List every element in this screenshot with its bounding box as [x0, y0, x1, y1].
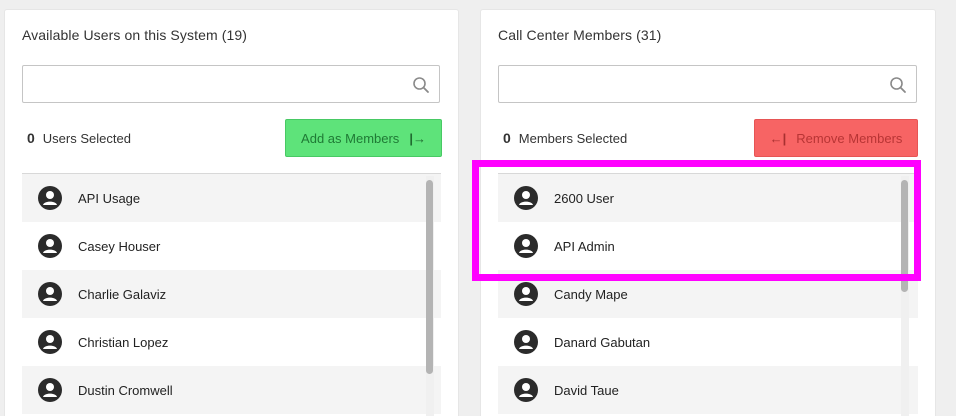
members-scrollbar[interactable]: [901, 176, 909, 416]
list-item[interactable]: Christian Lopez: [22, 318, 441, 366]
arrow-to-left-icon: ←|: [769, 130, 787, 146]
call-center-members-editor: Available Users on this System (19) 0 Us…: [0, 0, 956, 416]
user-name: API Usage: [78, 190, 141, 206]
user-name: Christian Lopez: [78, 334, 169, 350]
list-item[interactable]: Casey Houser: [22, 222, 441, 270]
available-users-search[interactable]: [22, 65, 440, 103]
user-name: Dustin Cromwell: [78, 382, 173, 398]
scrollbar-thumb[interactable]: [426, 180, 433, 374]
user-avatar-icon: [38, 378, 62, 402]
users-selected-summary: 0 Users Selected: [27, 130, 131, 146]
user-avatar-icon: [38, 282, 62, 306]
available-users-title: Available Users on this System (19): [22, 27, 247, 43]
user-name: Casey Houser: [78, 238, 161, 254]
user-avatar-icon: [514, 378, 538, 402]
search-icon[interactable]: [889, 76, 907, 94]
member-name: Candy Mape: [554, 286, 628, 302]
user-avatar-icon: [38, 186, 62, 210]
call-center-members-title: Call Center Members (31): [498, 27, 662, 43]
add-as-members-label: Add as Members: [301, 130, 400, 146]
available-users-panel: Available Users on this System (19) 0 Us…: [5, 10, 458, 416]
list-item[interactable]: David Taue: [498, 366, 918, 414]
list-item[interactable]: API Admin: [498, 222, 918, 270]
user-avatar-icon: [38, 234, 62, 258]
available-users-list: API Usage Casey Houser Charlie Galaviz C…: [22, 173, 441, 416]
remove-members-label: Remove Members: [796, 130, 903, 146]
user-avatar-icon: [514, 186, 538, 210]
add-as-members-button[interactable]: Add as Members |→: [285, 119, 442, 157]
call-center-members-panel: Call Center Members (31) 0 Members Selec…: [481, 10, 935, 416]
users-selected-label: Users Selected: [42, 131, 131, 146]
list-item[interactable]: 2600 User: [498, 174, 918, 222]
list-item[interactable]: Charlie Galaviz: [22, 270, 441, 318]
member-name: API Admin: [554, 238, 615, 254]
user-avatar-icon: [514, 282, 538, 306]
members-list: 2600 User API Admin Candy Mape Danard Ga…: [498, 173, 918, 416]
list-item[interactable]: Candy Mape: [498, 270, 918, 318]
member-name: Danard Gabutan: [554, 334, 651, 350]
user-avatar-icon: [514, 234, 538, 258]
member-name: 2600 User: [554, 190, 614, 206]
member-name: David Taue: [554, 382, 619, 398]
available-users-scrollbar[interactable]: [426, 176, 434, 416]
user-avatar-icon: [514, 330, 538, 354]
members-selected-count: 0: [503, 130, 511, 146]
user-name: Charlie Galaviz: [78, 286, 167, 302]
members-selected-label: Members Selected: [518, 131, 628, 146]
members-search-input[interactable]: [499, 66, 916, 102]
list-item[interactable]: API Usage: [22, 174, 441, 222]
list-item[interactable]: Danard Gabutan: [498, 318, 918, 366]
scrollbar-thumb[interactable]: [901, 180, 908, 292]
available-users-search-input[interactable]: [23, 66, 439, 102]
users-selected-count: 0: [27, 130, 35, 146]
list-item[interactable]: Dustin Cromwell: [22, 366, 441, 414]
members-selected-summary: 0 Members Selected: [503, 130, 627, 146]
user-avatar-icon: [38, 330, 62, 354]
remove-members-button[interactable]: ←| Remove Members: [754, 119, 918, 157]
search-icon[interactable]: [412, 76, 430, 94]
members-search[interactable]: [498, 65, 917, 103]
arrow-to-right-icon: |→: [409, 130, 426, 146]
